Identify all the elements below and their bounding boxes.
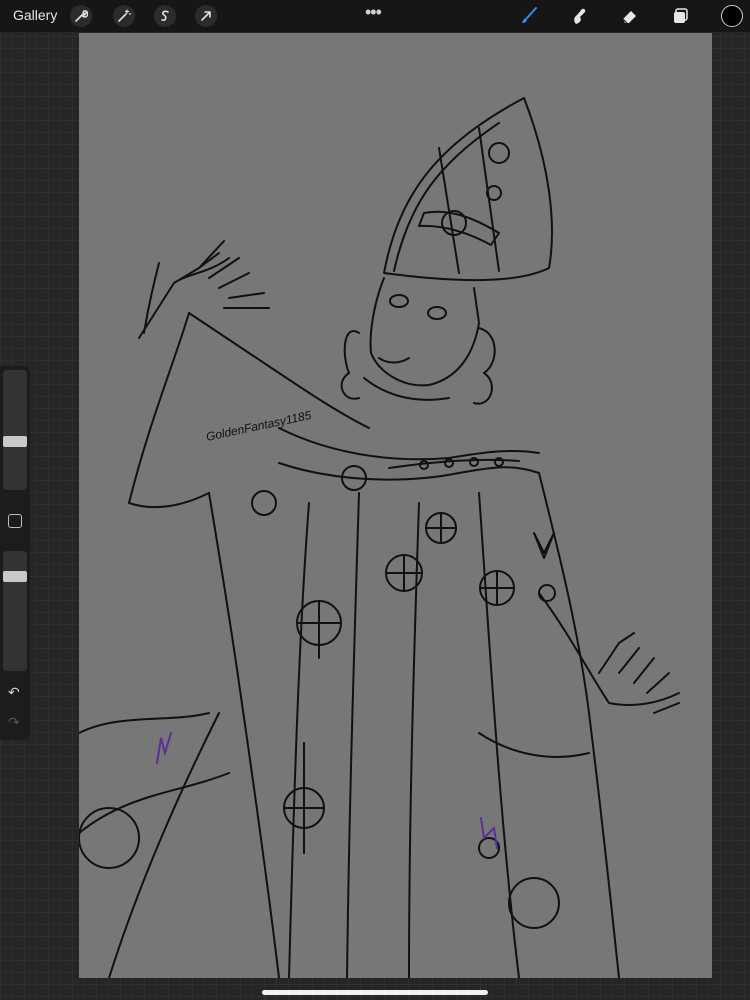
- color-picker-swatch[interactable]: [721, 5, 743, 27]
- brush-size-handle[interactable]: [3, 436, 27, 448]
- brush-opacity-slider[interactable]: [3, 551, 27, 671]
- brush-opacity-handle[interactable]: [3, 570, 27, 582]
- more-options-icon[interactable]: •••: [365, 2, 382, 23]
- wrench-icon[interactable]: [70, 5, 92, 27]
- undo-icon[interactable]: ↶: [8, 684, 20, 701]
- artist-signature: GoldenFantasy1185: [205, 408, 313, 444]
- selection-s-icon[interactable]: [154, 5, 176, 27]
- gallery-button[interactable]: Gallery: [13, 7, 57, 23]
- layers-icon[interactable]: [670, 5, 692, 27]
- magic-wand-icon[interactable]: [113, 5, 135, 27]
- transform-arrow-icon[interactable]: [195, 5, 217, 27]
- home-indicator[interactable]: [262, 990, 488, 995]
- top-toolbar: Gallery •••: [0, 0, 750, 32]
- sketch-artwork: GoldenFantasy1185: [79, 97, 680, 978]
- brush-size-slider[interactable]: [3, 370, 27, 490]
- smudge-icon[interactable]: [568, 5, 590, 27]
- brush-icon[interactable]: [518, 5, 540, 27]
- redo-icon[interactable]: ↷: [8, 714, 20, 731]
- drawing-canvas[interactable]: GoldenFantasy1185: [79, 33, 712, 978]
- modify-button[interactable]: [8, 514, 22, 528]
- eraser-icon[interactable]: [619, 5, 641, 27]
